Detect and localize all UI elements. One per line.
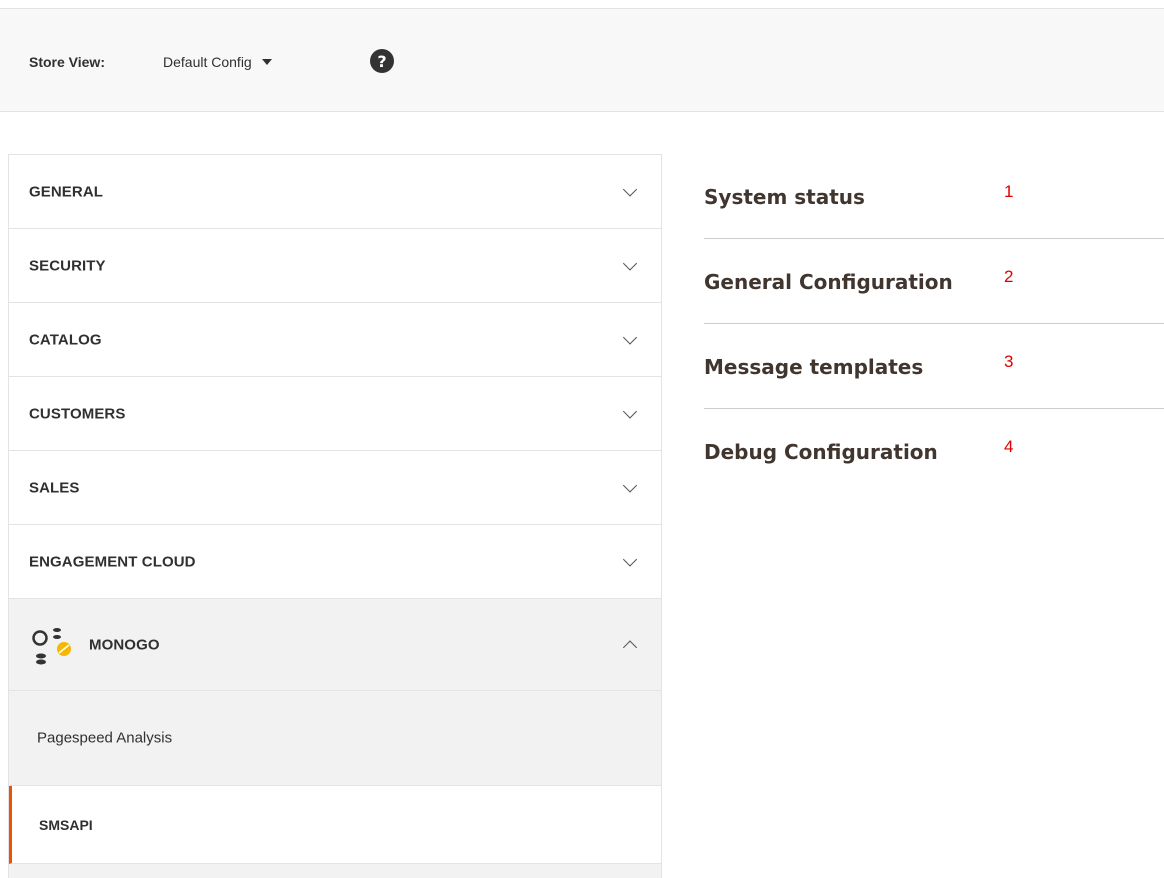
nav-item-label: CUSTOMERS — [29, 405, 126, 422]
help-icon[interactable]: ? — [370, 49, 394, 73]
nav-subitem-label: Pagespeed Analysis — [37, 729, 173, 747]
chevron-down-icon — [622, 551, 638, 567]
section-title: Message templates — [704, 355, 924, 379]
store-view-label: Store View: — [29, 54, 105, 70]
config-sections: System status 1 General Configuration 2 … — [704, 154, 1164, 494]
nav-item-sales[interactable]: SALES — [9, 451, 661, 525]
chevron-down-icon — [622, 477, 638, 493]
nav-item-label: SALES — [29, 479, 80, 496]
section-message-templates[interactable]: Message templates 3 — [704, 324, 1164, 409]
section-title: Debug Configuration — [704, 440, 938, 464]
store-view-switcher[interactable]: Default Config — [163, 54, 272, 70]
nav-item-label: CATALOG — [29, 331, 102, 348]
nav-item-label: MONOGO — [89, 636, 160, 653]
annotation-number: 4 — [1004, 437, 1014, 456]
section-title: System status — [704, 185, 865, 209]
store-view-selected: Default Config — [163, 54, 252, 70]
nav-subitem-smsapi[interactable]: SMSAPI — [9, 786, 661, 864]
chevron-down-icon — [622, 181, 638, 197]
monogo-logo-icon — [32, 628, 71, 665]
nav-item-customers[interactable]: CUSTOMERS — [9, 377, 661, 451]
nav-item-security[interactable]: SECURITY — [9, 229, 661, 303]
annotation-number: 1 — [1004, 182, 1014, 201]
nav-item-catalog[interactable]: CATALOG — [9, 303, 661, 377]
nav-item-label: GENERAL — [29, 183, 104, 200]
annotation-number: 2 — [1004, 267, 1014, 286]
section-system-status[interactable]: System status 1 — [704, 154, 1164, 239]
chevron-up-icon — [622, 639, 638, 655]
nav-item-general[interactable]: GENERAL — [9, 155, 661, 229]
annotation-number: 3 — [1004, 352, 1014, 371]
nav-subitem-label: SMSAPI — [39, 816, 93, 833]
nav-item-engagement-cloud[interactable]: ENGAGEMENT CLOUD — [9, 525, 661, 599]
chevron-down-icon — [622, 255, 638, 271]
chevron-down-icon — [622, 329, 638, 345]
section-title: General Configuration — [704, 270, 953, 294]
nav-subitem-next[interactable] — [9, 864, 661, 878]
section-general-configuration[interactable]: General Configuration 2 — [704, 239, 1164, 324]
nav-item-label: ENGAGEMENT CLOUD — [29, 553, 196, 570]
chevron-down-icon — [622, 403, 638, 419]
nav-item-monogo[interactable]: MONOGO — [9, 599, 661, 691]
section-debug-configuration[interactable]: Debug Configuration 4 — [704, 409, 1164, 494]
caret-down-icon — [261, 59, 272, 65]
config-nav: GENERAL SECURITY CATALOG CUSTOMERS SALES… — [8, 154, 662, 878]
nav-subitem-pagespeed-analysis[interactable]: Pagespeed Analysis — [9, 691, 661, 786]
nav-item-label: SECURITY — [29, 257, 106, 274]
store-view-bar: Store View: Default Config ? — [0, 8, 1164, 112]
